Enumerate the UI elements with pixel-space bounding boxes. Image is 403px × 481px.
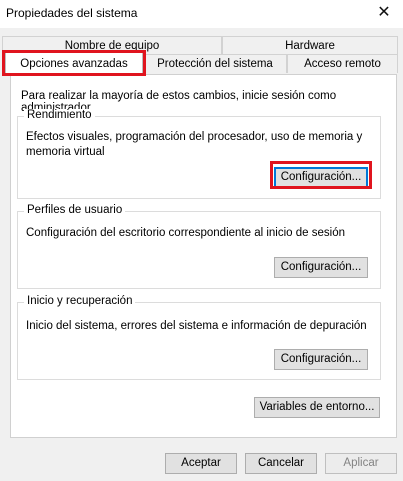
cancel-button[interactable]: Cancelar bbox=[245, 453, 317, 474]
performance-desc-line1: Efectos visuales, programación del proce… bbox=[26, 131, 363, 143]
performance-description: Efectos visuales, programación del proce… bbox=[26, 130, 362, 160]
tab-proteccion-del-sistema[interactable]: Protección del sistema bbox=[143, 54, 287, 73]
startup-recovery-settings-button[interactable]: Configuración... bbox=[274, 349, 368, 370]
tab-strip: Nombre de equipo Hardware Opciones avanz… bbox=[0, 28, 403, 76]
user-profiles-group: Perfiles de usuario Configuración del es… bbox=[17, 204, 381, 289]
window-title: Propiedades del sistema bbox=[6, 6, 138, 20]
environment-variables-button[interactable]: Variables de entorno... bbox=[254, 397, 380, 418]
performance-desc-line2: memoria virtual bbox=[26, 146, 105, 158]
apply-button[interactable]: Aplicar bbox=[325, 453, 397, 474]
ok-button[interactable]: Aceptar bbox=[165, 453, 237, 474]
performance-title: Rendimiento bbox=[24, 109, 95, 121]
startup-recovery-title: Inicio y recuperación bbox=[24, 295, 136, 307]
startup-recovery-description: Inicio del sistema, errores del sistema … bbox=[26, 320, 367, 332]
tab-opciones-avanzadas[interactable]: Opciones avanzadas bbox=[5, 52, 143, 76]
title-bar: Propiedades del sistema ✕ bbox=[0, 0, 403, 28]
user-profiles-title: Perfiles de usuario bbox=[24, 204, 126, 216]
performance-settings-button[interactable]: Configuración... bbox=[274, 167, 368, 188]
performance-group: Rendimiento Efectos visuales, programaci… bbox=[17, 109, 381, 199]
tab-hardware[interactable]: Hardware bbox=[222, 36, 398, 54]
tab-panel-opciones-avanzadas: Para realizar la mayoría de estos cambio… bbox=[10, 74, 397, 438]
startup-recovery-group: Inicio y recuperación Inicio del sistema… bbox=[17, 295, 381, 380]
user-profiles-settings-button[interactable]: Configuración... bbox=[274, 257, 368, 278]
user-profiles-description: Configuración del escritorio correspondi… bbox=[26, 227, 345, 239]
close-icon[interactable]: ✕ bbox=[373, 2, 395, 24]
tab-acceso-remoto[interactable]: Acceso remoto bbox=[287, 54, 398, 73]
dialog-body: Nombre de equipo Hardware Opciones avanz… bbox=[0, 28, 403, 481]
